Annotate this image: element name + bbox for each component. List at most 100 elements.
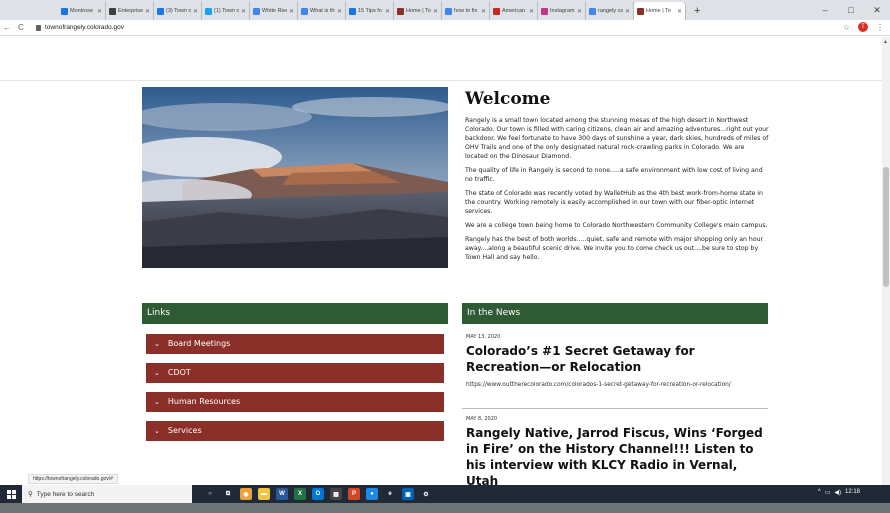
news-title-link[interactable]: Rangely Native, Jarrod Fiscus, Wins ‘For…: [466, 425, 766, 489]
browser-menu-icon[interactable]: ⋮: [876, 23, 884, 32]
volume-icon[interactable]: ◀): [834, 489, 841, 496]
tab-label: how to fix: [454, 8, 478, 14]
chevron-down-icon: ⌄: [154, 427, 160, 435]
page-scrollbar[interactable]: ▲: [882, 37, 890, 485]
tab-close-icon[interactable]: ✕: [385, 8, 390, 15]
tab-favicon-icon: [493, 7, 500, 15]
desktop-bottom-edge: [0, 503, 890, 513]
tab-close-icon[interactable]: ✕: [625, 8, 630, 15]
outlook-icon[interactable]: O: [312, 488, 324, 500]
welcome-paragraph: The quality of life in Rangely is second…: [465, 167, 763, 183]
photos-icon[interactable]: ▣: [402, 488, 414, 500]
tab-favicon-icon: [397, 7, 404, 15]
news-date: MAY 13, 2020: [466, 334, 501, 340]
teams-icon[interactable]: ●: [366, 488, 378, 500]
excel-icon[interactable]: X: [294, 488, 306, 500]
close-window-button[interactable]: ✕: [864, 0, 890, 20]
profile-avatar[interactable]: T: [858, 22, 868, 32]
back-icon[interactable]: ←: [0, 23, 14, 32]
tab-favicon-icon: [349, 7, 356, 15]
accordion-label: Board Meetings: [167, 339, 231, 348]
news-title-link[interactable]: Colorado’s #1 Secret Getaway for Recreat…: [466, 343, 766, 375]
address-bar: ← C townofrangely.colorado.gov ☆ T ⋮: [0, 20, 890, 36]
word-icon[interactable]: W: [276, 488, 288, 500]
windows-logo-icon: [6, 489, 16, 499]
cortana-icon[interactable]: ○: [204, 488, 216, 500]
accordion-human-resources[interactable]: ⌄ Human Resources: [146, 392, 444, 412]
tab-close-icon[interactable]: ✕: [289, 8, 294, 15]
settings-icon[interactable]: ⚙: [420, 488, 432, 500]
search-placeholder: Type here to search: [36, 490, 95, 498]
tab-favicon-icon: [61, 7, 68, 15]
browser-tab[interactable]: how to fix ✕: [442, 2, 490, 20]
calculator-icon[interactable]: ▦: [330, 488, 342, 500]
welcome-paragraph: We are a college town being home to Colo…: [465, 222, 768, 229]
minimize-button[interactable]: –: [812, 0, 838, 20]
mesa-landscape-illustration: [142, 87, 448, 268]
scroll-thumb[interactable]: [883, 167, 889, 287]
browser-tab[interactable]: What is thi ✕: [298, 2, 346, 20]
browser-tab[interactable]: (3) Town o ✕: [154, 2, 202, 20]
chevron-down-icon: ⌄: [154, 369, 160, 377]
browser-tab[interactable]: Enterprise ✕: [106, 2, 154, 20]
edge-icon[interactable]: e: [384, 488, 396, 500]
browser-tab[interactable]: (1) Town o ✕: [202, 2, 250, 20]
file-explorer-icon[interactable]: ▬: [258, 488, 270, 500]
scroll-up-icon[interactable]: ▲: [883, 39, 888, 45]
reload-icon[interactable]: C: [14, 23, 28, 32]
start-button[interactable]: [0, 485, 22, 503]
chevron-down-icon: ⌄: [154, 340, 160, 348]
news-date: MAY 8, 2020: [466, 416, 498, 422]
browser-window: Montrose ✕ Enterprise ✕ (3) Town o ✕ (1) Town …: [0, 0, 890, 513]
site-header: [0, 37, 882, 81]
system-tray: ^ ▭ ◀) 12:18: [818, 489, 860, 496]
browser-tab[interactable]: Montrose ✕: [58, 2, 106, 20]
news-url-link[interactable]: https://www.outtherecolorado.com/colorad…: [466, 381, 766, 389]
accordion-services[interactable]: ⌄ Services: [146, 421, 444, 441]
tab-close-icon[interactable]: ✕: [677, 8, 682, 15]
news-item: MAY 13, 2020 Colorado’s #1 Secret Getawa…: [466, 334, 766, 389]
web-page: Welcome Rangely is a small town located …: [0, 37, 882, 488]
network-icon[interactable]: ▭: [825, 489, 831, 496]
browser-tab[interactable]: White Rive ✕: [250, 2, 298, 20]
tab-close-icon[interactable]: ✕: [97, 8, 102, 15]
browser-tab[interactable]: rangely co ✕: [586, 2, 634, 20]
accordion-cdot[interactable]: ⌄ CDOT: [146, 363, 444, 383]
bookmark-star-icon[interactable]: ☆: [843, 23, 850, 32]
browser-tab[interactable]: American ✕: [490, 2, 538, 20]
tab-close-icon[interactable]: ✕: [145, 8, 150, 15]
url-field[interactable]: townofrangely.colorado.gov: [36, 24, 124, 31]
tab-label: Enterprise: [118, 8, 143, 14]
tab-favicon-icon: [253, 7, 260, 15]
search-icon: ⚲: [28, 491, 33, 498]
accordion-label: CDOT: [167, 368, 191, 377]
accordion-board-meetings[interactable]: ⌄ Board Meetings: [146, 334, 444, 354]
browser-tab[interactable]: Home | To ✕: [634, 2, 686, 20]
tab-close-icon[interactable]: ✕: [433, 8, 438, 15]
browser-tab[interactable]: Instagram ✕: [538, 2, 586, 20]
tab-close-icon[interactable]: ✕: [481, 8, 486, 15]
url-text: townofrangely.colorado.gov: [45, 24, 125, 31]
task-view-icon[interactable]: ⧉: [222, 488, 234, 500]
tab-close-icon[interactable]: ✕: [577, 8, 582, 15]
chevron-up-icon[interactable]: ^: [818, 489, 821, 496]
tab-close-icon[interactable]: ✕: [241, 8, 246, 15]
tab-close-icon[interactable]: ✕: [193, 8, 198, 15]
tab-close-icon[interactable]: ✕: [529, 8, 534, 15]
welcome-paragraph: Rangely has the best of both worlds.....…: [465, 236, 764, 261]
browser-tab[interactable]: Home | To ✕: [394, 2, 442, 20]
taskbar-apps: ○ ⧉ ◉ ▬ W X O ▦ P ● e ▣ ⚙: [204, 488, 432, 500]
maximize-button[interactable]: □: [838, 0, 864, 20]
tab-label: 15 Tips fo: [358, 8, 382, 14]
welcome-section: Welcome Rangely is a small town located …: [465, 89, 769, 267]
powerpoint-icon[interactable]: P: [348, 488, 360, 500]
tab-close-icon[interactable]: ✕: [337, 8, 342, 15]
clock[interactable]: 12:18: [845, 489, 860, 496]
chrome-icon[interactable]: ◉: [240, 488, 252, 500]
tab-favicon-icon: [301, 7, 308, 15]
browser-tab[interactable]: 15 Tips fo ✕: [346, 2, 394, 20]
tab-label: rangely co: [598, 8, 623, 14]
new-tab-button[interactable]: +: [686, 2, 708, 20]
taskbar-search-box[interactable]: ⚲ Type here to search: [22, 485, 192, 503]
welcome-heading: Welcome: [465, 89, 551, 109]
